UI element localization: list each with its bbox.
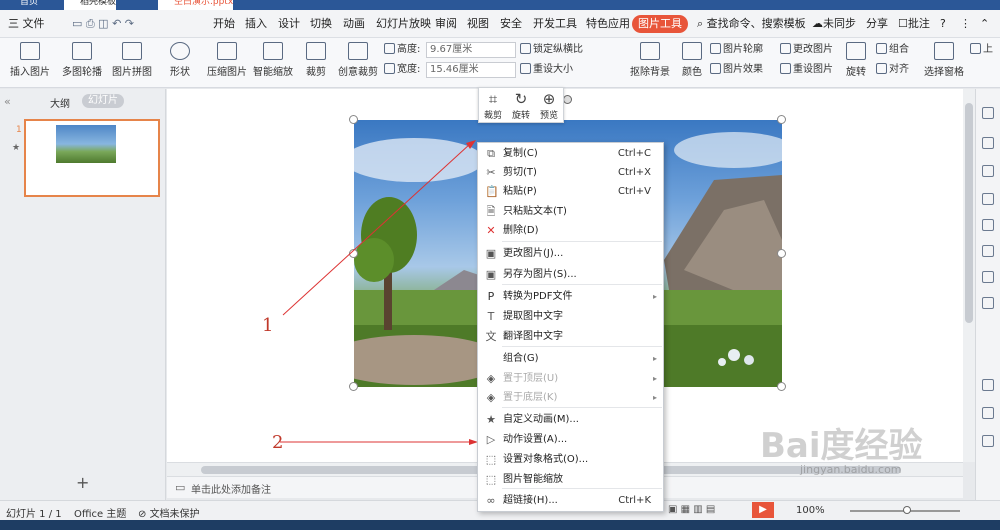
context-menu-label: 组合(G) — [503, 353, 539, 364]
copy-icon: ⧉ — [487, 147, 495, 160]
float-rotate-button[interactable]: ↻ 旋转 — [507, 90, 535, 121]
shortcut-label: Ctrl+K — [618, 495, 651, 506]
context-menu-label: 更改图片(J)... — [503, 248, 564, 259]
context-menu-item[interactable]: 📋 粘贴(P) Ctrl+V — [478, 182, 663, 202]
submenu-arrow-icon: ▸ — [652, 393, 657, 402]
blank-icon — [485, 353, 497, 365]
menu-separator — [502, 407, 662, 408]
arrow-head-1 — [466, 140, 476, 149]
context-menu-label: 提取图中文字 — [503, 311, 563, 322]
submenu-arrow-icon: ▸ — [652, 292, 657, 301]
watermark-logo: Bai度经验 — [760, 426, 923, 466]
floating-picture-toolbar: ⌗ 裁剪 ↻ 旋转 ⊕ 预览 — [478, 87, 564, 123]
zoom-in-icon: ⊕ — [542, 90, 556, 108]
context-menu: ⧉ 复制(C) Ctrl+C ✂ 剪切(T) Ctrl+X 📋 粘贴(P) Ctrl+V 🗎 只粘贴… — [477, 142, 664, 512]
shortcut-label: Ctrl+V — [617, 186, 651, 197]
context-menu-item[interactable]: 组合(G) ▸ — [478, 349, 663, 369]
context-menu-item[interactable]: ★ 自定义动画(M)... — [478, 410, 663, 430]
context-menu-item[interactable]: 🗎 只粘贴文本(T) — [478, 202, 663, 222]
shortcut-label: Ctrl+X — [617, 167, 651, 178]
animation-icon: ★ — [486, 413, 496, 426]
context-menu-item[interactable]: ✕ 删除(D) — [478, 221, 663, 241]
context-menu-item[interactable]: ⬚ 图片智能缩放 — [478, 470, 663, 490]
extract-text-icon: T — [487, 310, 495, 323]
submenu-arrow-icon: ▸ — [652, 354, 657, 363]
context-menu-item[interactable]: ✂ 剪切(T) Ctrl+X — [478, 163, 663, 183]
context-menu-label: 另存为图片(S)... — [503, 269, 577, 280]
cut-icon: ✂ — [486, 166, 496, 179]
pdf-icon: P — [487, 290, 495, 303]
context-menu-label: 翻译图中文字 — [503, 331, 563, 342]
bring-front-icon: ◈ — [486, 372, 496, 385]
context-menu-label: 设置对象格式(O)... — [503, 454, 589, 465]
context-menu-label: 剪切(T) — [503, 167, 537, 178]
float-preview-label: 预览 — [539, 111, 558, 121]
context-menu-item[interactable]: ▣ 更改图片(J)... — [478, 244, 663, 264]
context-menu-item[interactable]: ⧉ 复制(C) Ctrl+C — [478, 144, 663, 164]
change-picture-icon: ▣ — [485, 247, 497, 260]
context-menu-item[interactable]: ◈ 置于顶层(U) ▸ — [478, 369, 663, 389]
watermark-url: jingyan.baidu.com — [800, 463, 902, 476]
menu-separator — [502, 488, 662, 489]
context-menu-label: 超链接(H)... — [503, 495, 558, 506]
shortcut-label: Ctrl+C — [617, 148, 651, 159]
context-menu-label: 删除(D) — [503, 225, 539, 236]
context-menu-item[interactable]: ▷ 动作设置(A)... — [478, 430, 663, 450]
save-picture-icon: ▣ — [485, 268, 497, 281]
context-menu-item[interactable]: ⬚ 设置对象格式(O)... — [478, 450, 663, 470]
float-preview-button[interactable]: ⊕ 预览 — [535, 90, 563, 121]
float-crop-label: 裁剪 — [483, 111, 502, 121]
context-menu-item[interactable]: P 转换为PDF文件 ▸ — [478, 287, 663, 307]
context-menu-label: 自定义动画(M)... — [503, 414, 579, 425]
submenu-arrow-icon: ▸ — [652, 374, 657, 383]
menu-separator — [502, 241, 662, 242]
action-icon: ▷ — [486, 433, 496, 446]
context-menu-item[interactable]: ▣ 另存为图片(S)... — [478, 265, 663, 285]
link-icon: ∞ — [486, 494, 496, 507]
context-menu-label: 只粘贴文本(T) — [503, 206, 567, 217]
menu-separator — [502, 284, 662, 285]
context-menu-label: 复制(C) — [503, 148, 538, 159]
context-menu-item[interactable]: 文翻译图中文字 — [478, 327, 663, 347]
context-menu-label: 置于底层(K) — [503, 392, 558, 403]
context-menu-item[interactable]: T 提取图中文字 — [478, 307, 663, 327]
send-back-icon: ◈ — [486, 391, 496, 404]
delete-icon: ✕ — [486, 224, 496, 237]
context-menu-label: 粘贴(P) — [503, 186, 537, 197]
paste-icon: 📋 — [485, 185, 499, 198]
translate-icon: 文 — [485, 330, 497, 343]
context-menu-label: 动作设置(A)... — [503, 434, 568, 445]
context-menu-item[interactable]: ∞ 超链接(H)... Ctrl+K — [478, 491, 663, 511]
annotation-arrow-1 — [282, 143, 471, 316]
annotation-label-1: 1 — [262, 315, 274, 336]
crop-icon: ⌗ — [488, 90, 498, 108]
paste-text-icon: 🗎 — [486, 205, 496, 218]
menu-separator — [502, 346, 662, 347]
context-menu-label: 置于顶层(U) — [503, 373, 559, 384]
context-menu-label: 转换为PDF文件 — [503, 291, 573, 302]
format-icon: ⬚ — [485, 453, 497, 466]
smart-zoom-icon: ⬚ — [485, 473, 497, 486]
annotation-label-2: 2 — [272, 432, 284, 453]
float-rotate-label: 旋转 — [511, 111, 530, 121]
context-menu-item[interactable]: ◈ 置于底层(K) ▸ — [478, 388, 663, 408]
context-menu-label: 图片智能缩放 — [503, 474, 563, 485]
rotate-icon: ↻ — [514, 90, 528, 108]
float-crop-button[interactable]: ⌗ 裁剪 — [479, 90, 507, 121]
